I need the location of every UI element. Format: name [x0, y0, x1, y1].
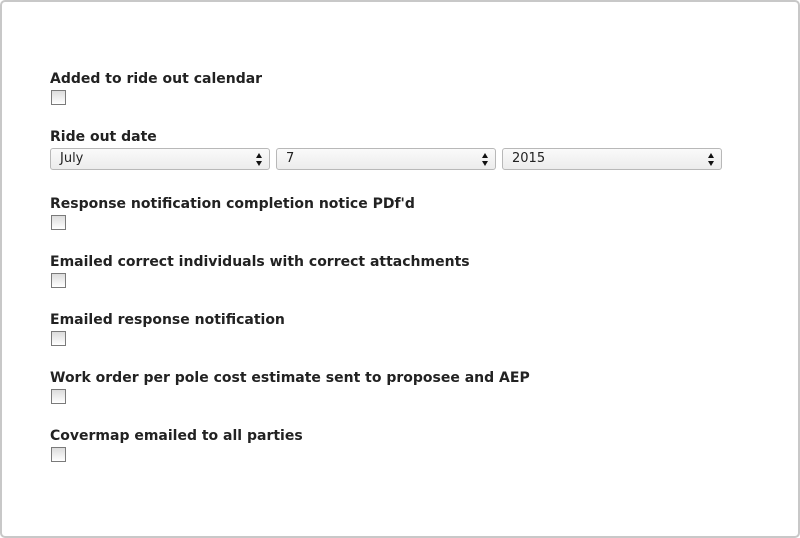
emailed-response-checkbox[interactable]: [51, 331, 66, 346]
year-select-value: 2015: [512, 151, 546, 166]
month-select-value: July: [60, 151, 84, 166]
response-pdf-checkbox[interactable]: [51, 215, 66, 230]
ride-out-date-field: Ride out date July 7 2015: [50, 129, 722, 171]
covermap-checkbox[interactable]: [51, 447, 66, 462]
day-select-value: 7: [286, 151, 295, 166]
work-order-label: Work order per pole cost estimate sent t…: [50, 370, 530, 386]
emailed-individuals-label: Emailed correct individuals with correct…: [50, 254, 470, 270]
year-select[interactable]: 2015: [502, 148, 722, 170]
month-select[interactable]: July: [50, 148, 270, 170]
ride-out-date-label: Ride out date: [50, 129, 157, 145]
up-down-arrows-icon: [256, 153, 263, 166]
added-to-calendar-field: Added to ride out calendar: [50, 71, 262, 105]
added-to-calendar-label: Added to ride out calendar: [50, 71, 263, 87]
response-pdf-label: Response notification completion notice …: [50, 196, 415, 212]
added-to-calendar-checkbox[interactable]: [51, 90, 66, 105]
work-order-field: Work order per pole cost estimate sent t…: [50, 370, 530, 404]
response-pdf-field: Response notification completion notice …: [50, 196, 415, 230]
emailed-response-field: Emailed response notification: [50, 312, 285, 346]
day-select[interactable]: 7: [276, 148, 496, 170]
covermap-label: Covermap emailed to all parties: [50, 428, 303, 444]
emailed-individuals-field: Emailed correct individuals with correct…: [50, 254, 470, 288]
form-panel: Added to ride out calendar Ride out date…: [0, 0, 800, 538]
up-down-arrows-icon: [482, 153, 489, 166]
covermap-field: Covermap emailed to all parties: [50, 428, 303, 462]
work-order-checkbox[interactable]: [51, 389, 66, 404]
up-down-arrows-icon: [708, 153, 715, 166]
emailed-individuals-checkbox[interactable]: [51, 273, 66, 288]
ride-out-date-selects: July 7 2015: [50, 148, 722, 171]
emailed-response-label: Emailed response notification: [50, 312, 285, 328]
